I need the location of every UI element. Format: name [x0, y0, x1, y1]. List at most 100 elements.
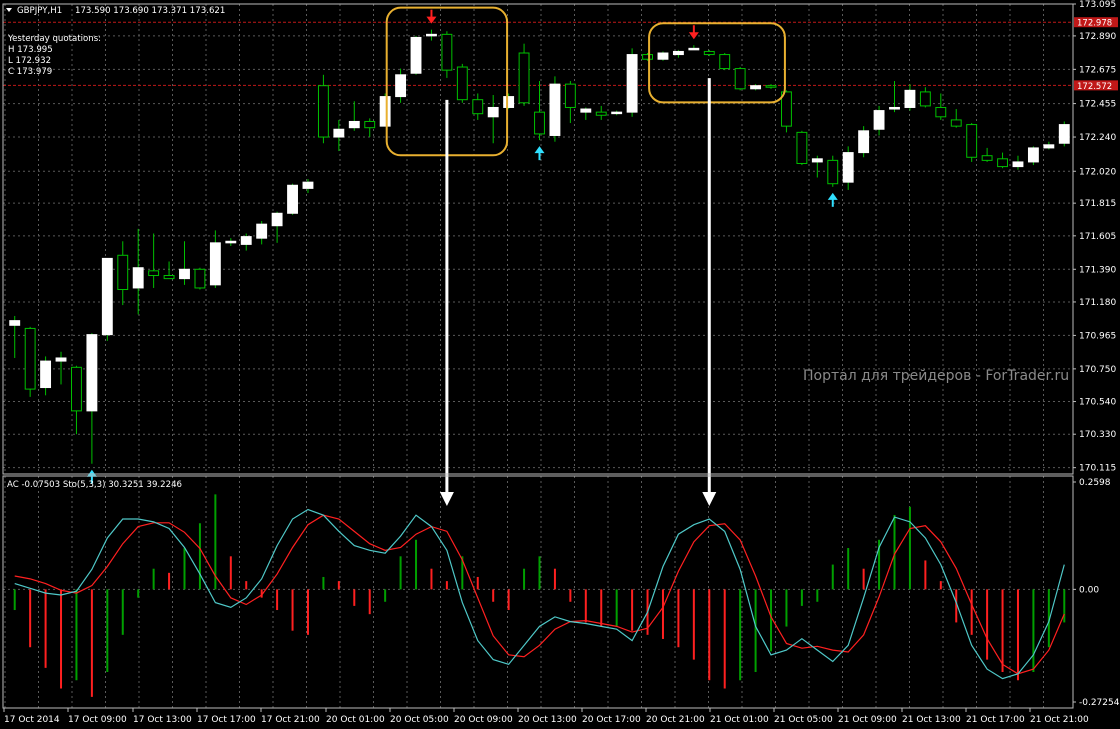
candle-bull [904, 89, 916, 108]
candle-bull [209, 242, 221, 286]
time-tick-label: 21 Oct 13:00 [902, 715, 961, 725]
ohlc-label: 173.590 173.690 173.371 173.621 [75, 6, 225, 16]
trading-chart[interactable]: 172.978 172.572 173.095 172.890 172.675 172.4… [0, 0, 1120, 729]
time-tick-label: 17 Oct 21:00 [261, 715, 320, 725]
candle-bear [117, 254, 129, 291]
time-tick-label: 17 Oct 13:00 [133, 715, 192, 725]
candle-bull [426, 33, 437, 37]
candle-bear [827, 159, 839, 185]
candle-bull [811, 158, 823, 163]
candle-bull [889, 106, 900, 110]
candle-bull [379, 96, 391, 127]
price-tick-label: 172.675 [1079, 65, 1116, 75]
candle-bear [734, 68, 746, 90]
price-level-tag-label: 172.572 [1077, 82, 1112, 92]
candle-bull [1027, 147, 1039, 163]
candle-bear [950, 119, 962, 127]
price-tick-label: 171.605 [1079, 232, 1116, 242]
candle-bull [626, 54, 638, 113]
price-tick-label: 172.240 [1079, 133, 1116, 143]
candle-bull [873, 110, 885, 130]
indicator-header: AC -0.07503 Sto(5,3,3) 30.3251 39.2246 [7, 480, 182, 490]
candle-bull [225, 240, 237, 244]
yesterday-high: H 173.995 [8, 45, 53, 55]
candle-bull [750, 85, 762, 90]
candle-bull [256, 223, 268, 239]
candle-bear [71, 366, 82, 412]
indicator-tick-label: 0.00 [1079, 585, 1099, 595]
candle-bull [40, 360, 52, 389]
candle-bear [534, 111, 545, 135]
indicator-tick-label: 0.2598 [1079, 478, 1111, 488]
candle-bull [86, 334, 98, 412]
candle-bear [919, 91, 931, 107]
price-tick-label: 171.815 [1079, 199, 1116, 209]
candle-bear [194, 268, 206, 289]
price-tick-label: 170.540 [1079, 398, 1116, 408]
time-tick-label: 20 Oct 21:00 [646, 715, 705, 725]
candle-bear [997, 158, 1008, 168]
candle-bull [1012, 161, 1024, 168]
price-tick-label: 170.965 [1079, 331, 1116, 341]
candle-bear [24, 327, 36, 390]
candle-bull [688, 47, 700, 51]
price-tick-label: 172.020 [1079, 167, 1116, 177]
candle-bull [271, 212, 283, 227]
candle-bear [796, 131, 808, 164]
candle-bull [395, 74, 407, 98]
time-tick-label: 17 Oct 2014 [4, 715, 60, 725]
candle-bull [842, 152, 854, 183]
time-tick-label: 21 Oct 01:00 [710, 715, 769, 725]
candle-bear [456, 66, 468, 101]
candle-bull [179, 268, 190, 280]
candle-bull [333, 128, 345, 138]
candle-bear [163, 275, 175, 280]
price-tick-label: 172.455 [1079, 100, 1116, 110]
candle-bear [317, 85, 329, 138]
price-tick-label: 173.095 [1079, 0, 1116, 10]
price-tick-label: 170.330 [1079, 430, 1116, 440]
price-tick-label: 170.115 [1079, 464, 1116, 474]
candle-bear [719, 54, 731, 70]
candle-bull [287, 184, 298, 214]
candle-bull [1058, 124, 1070, 144]
candle-bull [240, 236, 252, 245]
indicator-tick-label: -0.27254 [1079, 698, 1120, 708]
candle-bear [472, 99, 484, 115]
candle-bear [765, 85, 777, 88]
candle-bull [101, 257, 113, 336]
time-tick-label: 20 Oct 09:00 [454, 715, 513, 725]
candle-bull [9, 320, 21, 326]
candle-bull [611, 111, 623, 115]
candle-bear [595, 111, 607, 116]
candle-bear [518, 52, 530, 104]
symbol-label: GBPJPY,H1 [17, 6, 62, 16]
candle-bull [302, 181, 314, 189]
candle-bear [148, 270, 160, 277]
candle-bull [657, 52, 669, 60]
yesterday-close: C 173.979 [8, 67, 52, 77]
price-level-tag-label: 172.978 [1077, 19, 1112, 29]
candle-bull [55, 357, 67, 362]
time-tick-label: 17 Oct 09:00 [68, 715, 127, 725]
price-tick-label: 172.890 [1079, 32, 1116, 42]
candle-bull [410, 36, 422, 74]
price-tick-label: 171.180 [1079, 298, 1116, 308]
time-tick-label: 20 Oct 13:00 [518, 715, 577, 725]
price-tick-label: 171.390 [1079, 265, 1116, 275]
candle-bear [966, 124, 978, 158]
time-tick-label: 21 Oct 05:00 [774, 715, 833, 725]
candle-bull [580, 108, 592, 113]
candle-bull [348, 120, 360, 129]
yesterday-low: L 172.932 [8, 56, 51, 66]
candle-bear [564, 83, 576, 108]
candle-bull [132, 267, 144, 289]
time-tick-label: 21 Oct 17:00 [966, 715, 1025, 725]
time-tick-label: 21 Oct 21:00 [1030, 715, 1089, 725]
candle-bear [642, 54, 653, 60]
candle-bull [503, 96, 515, 108]
price-tick-label: 170.750 [1079, 365, 1116, 375]
candle-bull [672, 50, 684, 56]
watermark: Портал для трейдеров - ForTrader.ru [803, 368, 1069, 384]
candle-bull [549, 83, 561, 136]
